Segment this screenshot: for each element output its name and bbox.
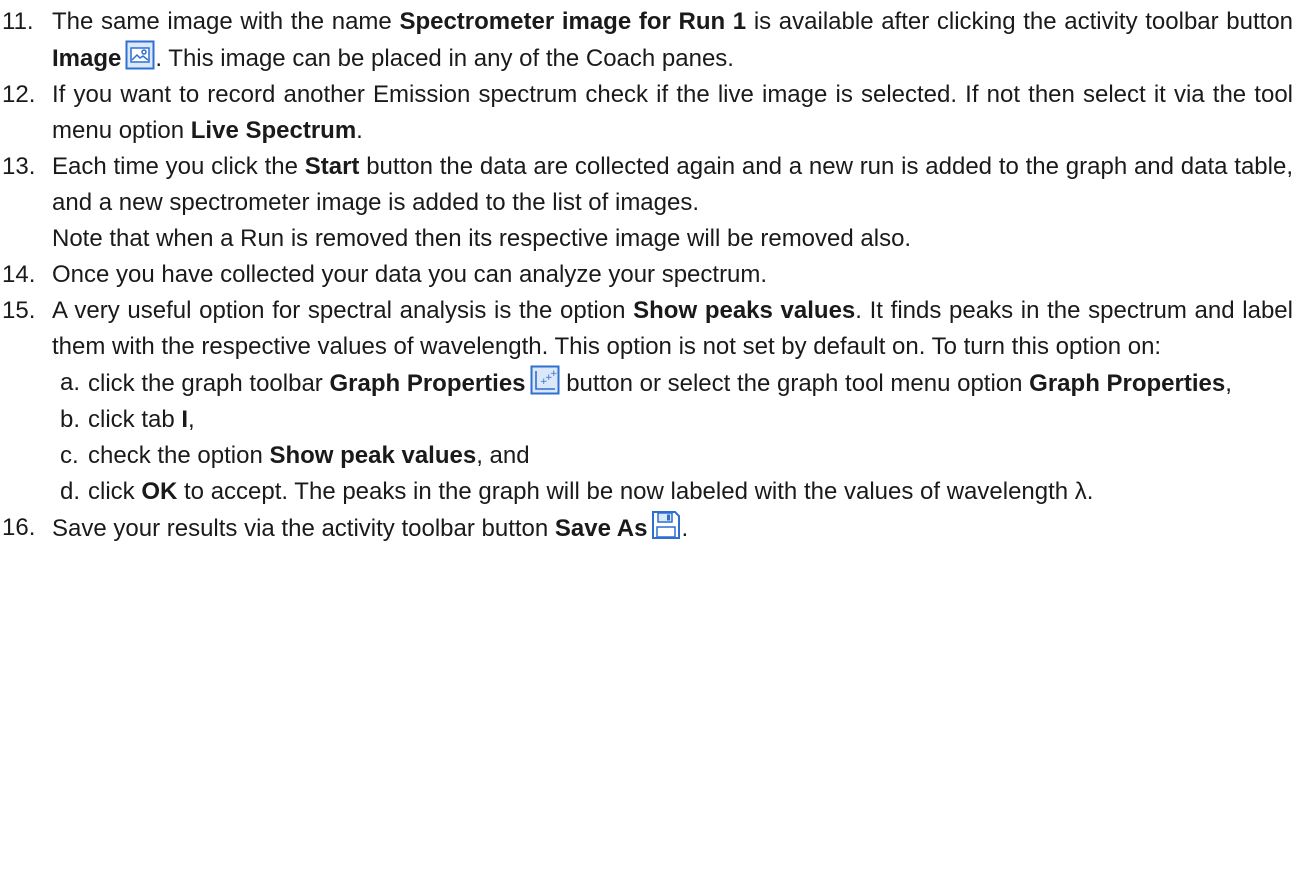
item-number: 14. [2,261,36,288]
item-number: 13. [2,153,36,180]
bold-term: Save As [554,515,648,542]
list-item: 16. Save your results via the activity t… [0,510,1293,547]
bold-term: Live Spectrum [190,117,357,144]
sub-item-letter: d. [60,478,81,505]
list-item: 13. Each time you click the Start button… [0,149,1293,257]
note-text: Note that when a Run is removed then its… [52,225,912,252]
image-icon [125,40,155,70]
bold-term: OK [141,478,178,505]
document-page: 11. The same image with the name Spectro… [0,0,1309,888]
list-item: 12. If you want to record another Emissi… [0,77,1293,149]
sub-step-list: a. click the graph toolbar Graph Propert… [0,365,1309,510]
sub-item-letter: a. [60,369,81,396]
save-icon [651,510,681,540]
bold-term: Start [304,153,360,180]
item-number: 11. [2,8,34,35]
sub-list-item: b. click tab I, [0,402,1293,438]
list-item: 15. A very useful option for spectral an… [0,293,1293,365]
item-number: 15. [2,297,36,324]
bold-term: Show peaks values [633,297,856,324]
list-item: 14. Once you have collected your data yo… [0,257,1293,293]
sub-list-item: a. click the graph toolbar Graph Propert… [0,365,1293,402]
item-number: 12. [2,81,36,108]
sub-item-letter: c. [60,442,79,469]
bold-term: Graph Properties [1029,370,1226,397]
bold-term: Spectrometer image for Run 1 [399,8,747,35]
list-item: 11. The same image with the name Spectro… [0,4,1293,77]
instruction-list: 11. The same image with the name Spectro… [0,4,1309,365]
sub-item-letter: b. [60,406,81,433]
instruction-list-continued: 16. Save your results via the activity t… [0,510,1309,547]
sub-list-item: d. click OK to accept. The peaks in the … [0,474,1293,510]
sub-list-item: c. check the option Show peak values, an… [0,438,1293,474]
item-number: 16. [2,514,36,541]
graph-properties-icon: + + + [530,365,560,395]
bold-term: Show peak values [269,442,477,469]
svg-text:+: + [550,369,558,379]
bold-term: Image [52,45,122,72]
bold-term: Graph Properties [329,370,526,397]
